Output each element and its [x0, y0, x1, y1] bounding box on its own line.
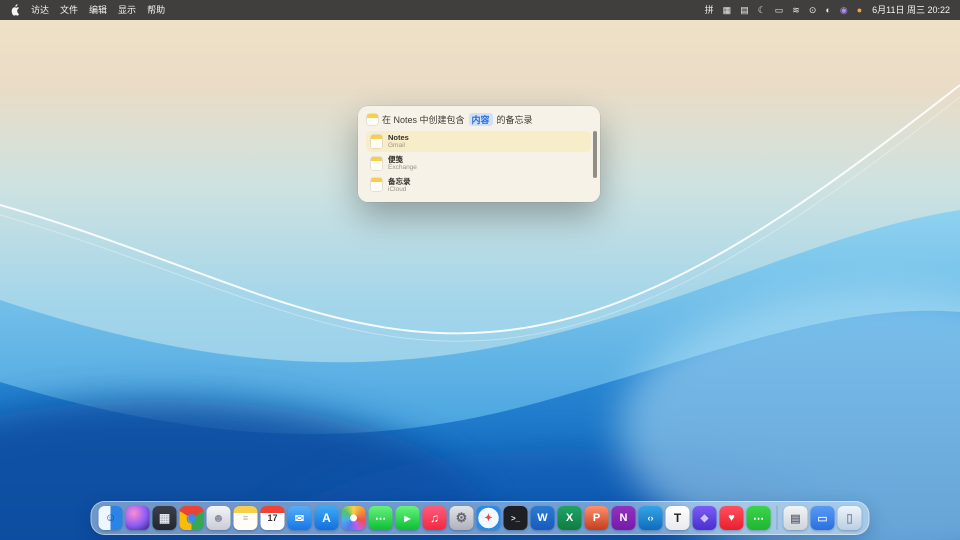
list-item-text: 便笺 Exchange — [388, 155, 417, 172]
list-item-text: Notes Gmail — [388, 133, 409, 150]
mail-icon[interactable]: ✉ — [288, 506, 312, 530]
textedit-icon[interactable]: T — [666, 506, 690, 530]
recording-indicator-icon[interactable]: ● — [857, 0, 862, 20]
desktop: 访达文件编辑显示帮助 拼 ▦ ▤ ☾ ▭ ≋ ⊙ ◐ ◉ ● 6月11日 周三 20:22 在 N… — [0, 0, 960, 540]
dock-apps: ☺▦◉☻≡17✉A⋯▶♫⚙✦>_WXPN‹›T◆♥⋯ — [99, 506, 771, 530]
menu-items: 访达文件编辑显示帮助 — [31, 0, 165, 20]
dock-others: ▤▭▯ — [784, 506, 862, 530]
trash-icon[interactable]: ▯ — [838, 506, 862, 530]
excel-icon[interactable]: X — [558, 506, 582, 530]
music-icon[interactable]: ♫ — [423, 506, 447, 530]
messages-icon[interactable]: ⋯ — [369, 506, 393, 530]
menu-help[interactable]: 帮助 — [147, 0, 165, 20]
list-item-title: 备忘录 — [388, 177, 411, 186]
account-list: Notes Gmail 便笺 Exchange 备忘录 — [366, 131, 591, 195]
siri-icon[interactable] — [126, 506, 150, 530]
popup-title-suffix: 的备忘录 — [497, 113, 533, 126]
account-row-notes[interactable]: Notes Gmail — [366, 131, 591, 152]
facetime-icon[interactable]: ▶ — [396, 506, 420, 530]
notes-icon[interactable]: ≡ — [234, 506, 258, 530]
list-item-subtitle: Gmail — [388, 142, 409, 150]
account-row-stickies[interactable]: 便笺 Exchange — [366, 153, 591, 174]
focus-icon[interactable]: ☾ — [758, 0, 766, 20]
menu-edit[interactable]: 编辑 — [89, 0, 107, 20]
desktop-wallpaper — [0, 0, 960, 540]
photos-icon[interactable] — [342, 506, 366, 530]
screen-mirroring-icon[interactable]: ▦ — [723, 0, 732, 20]
dock: ☺▦◉☻≡17✉A⋯▶♫⚙✦>_WXPN‹›T◆♥⋯ ▤▭▯ — [91, 501, 870, 535]
terminal-icon[interactable]: >_ — [504, 506, 528, 530]
menu-bar: 访达文件编辑显示帮助 拼 ▦ ▤ ☾ ▭ ≋ ⊙ ◐ ◉ ● 6月11日 周三 20:22 — [0, 0, 960, 20]
printer-icon[interactable]: ▤ — [784, 506, 808, 530]
siri-icon[interactable]: ◉ — [840, 0, 848, 20]
popup-title: 在 Notes 中创建包含 内容 的备忘录 — [366, 111, 591, 131]
display-icon[interactable]: ▤ — [740, 0, 749, 20]
app-store-icon[interactable]: A — [315, 506, 339, 530]
menu-file[interactable]: 文件 — [60, 0, 78, 20]
search-icon[interactable]: ⊙ — [809, 0, 817, 20]
apple-menu[interactable] — [10, 4, 20, 16]
shortcuts-popover: 在 Notes 中创建包含 内容 的备忘录 Notes Gmail 便笺 — [358, 106, 600, 202]
menu-view[interactable]: 显示 — [118, 0, 136, 20]
vscode-icon[interactable]: ‹› — [639, 506, 663, 530]
finder-icon[interactable]: ☺ — [99, 506, 123, 530]
note-icon — [371, 178, 382, 191]
popup-title-prefix: 在 Notes 中创建包含 — [382, 113, 465, 126]
chrome-icon[interactable]: ◉ — [180, 506, 204, 530]
control-center-icon[interactable]: ◐ — [825, 0, 830, 20]
powerpoint-icon[interactable]: P — [585, 506, 609, 530]
safari-icon[interactable]: ✦ — [477, 506, 501, 530]
wechat-icon[interactable]: ⋯ — [747, 506, 771, 530]
contacts-icon[interactable]: ☻ — [207, 506, 231, 530]
word-icon[interactable]: W — [531, 506, 555, 530]
status-icons: 拼 ▦ ▤ ☾ ▭ ≋ ⊙ ◐ ◉ ● — [705, 0, 862, 20]
list-item-text: 备忘录 iCloud — [388, 177, 411, 194]
input-source-icon[interactable]: 拼 — [705, 0, 714, 20]
apple-logo-icon — [10, 4, 20, 16]
scrollbar[interactable] — [593, 131, 597, 178]
onenote-icon[interactable]: N — [612, 506, 636, 530]
content-variable-token[interactable]: 内容 — [469, 113, 493, 126]
app-menu-finder[interactable]: 访达 — [31, 0, 49, 20]
screen-sharing-icon[interactable]: ▭ — [811, 506, 835, 530]
settings-icon[interactable]: ⚙ — [450, 506, 474, 530]
note-icon — [371, 135, 382, 148]
calendar-icon[interactable]: 17 — [261, 506, 285, 530]
obsidian-icon[interactable]: ◆ — [693, 506, 717, 530]
list-item-subtitle: Exchange — [388, 164, 417, 172]
battery-icon[interactable]: ▭ — [775, 0, 784, 20]
wifi-icon[interactable]: ≋ — [792, 0, 800, 20]
dock-divider — [777, 506, 778, 530]
notes-action-icon — [367, 114, 378, 125]
heart-app-icon[interactable]: ♥ — [720, 506, 744, 530]
launchpad-icon[interactable]: ▦ — [153, 506, 177, 530]
account-row-memos[interactable]: 备忘录 iCloud — [366, 175, 591, 196]
note-icon — [371, 157, 382, 170]
list-item-title: Notes — [388, 133, 409, 142]
list-item-title: 便笺 — [388, 155, 417, 164]
list-item-subtitle: iCloud — [388, 186, 411, 194]
menu-bar-clock[interactable]: 6月11日 周三 20:22 — [872, 0, 950, 20]
